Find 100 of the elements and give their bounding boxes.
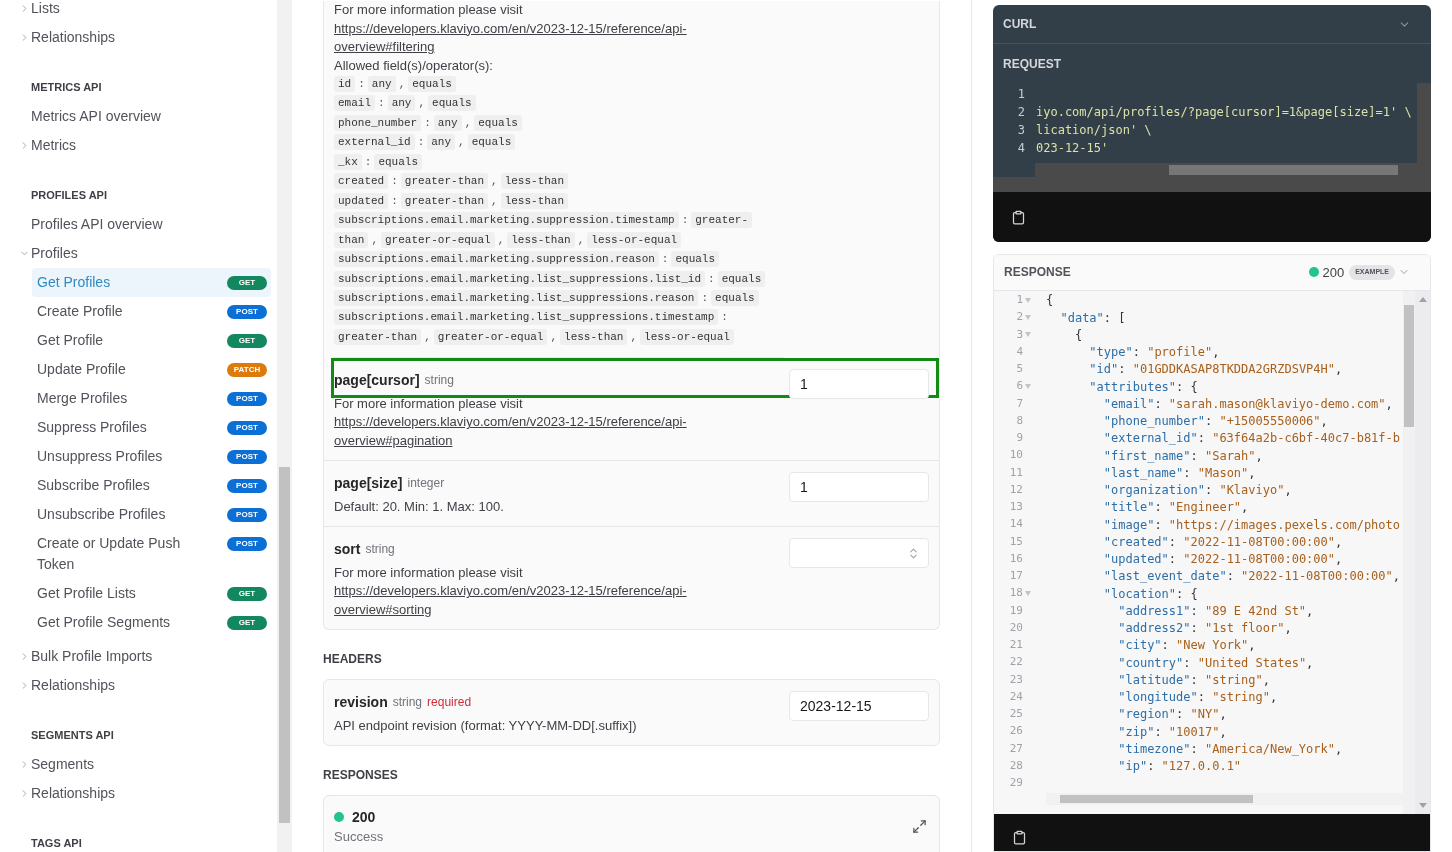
code-line: "organization": "Klaviyo", xyxy=(1102,482,1292,500)
scroll-down-icon[interactable] xyxy=(1418,802,1427,808)
expand-icon[interactable] xyxy=(912,819,927,835)
sidebar-item[interactable]: Unsuppress Profiles POST xyxy=(32,442,271,471)
description: For more information please visit xyxy=(334,395,524,414)
line-number: 11 xyxy=(1008,464,1023,481)
line-number: 10 xyxy=(1008,447,1023,464)
code-line: "title": "Engineer", xyxy=(1102,499,1249,517)
fold-icon[interactable] xyxy=(1025,332,1031,338)
fold-icon[interactable] xyxy=(1025,315,1031,321)
sidebar-group[interactable]: Metrics xyxy=(31,135,77,156)
description: For more information please visit xyxy=(334,564,524,583)
code-line: "phone_number": "+15005550006", xyxy=(1102,413,1328,431)
line-number: 14 xyxy=(1008,516,1023,533)
fold-icon[interactable] xyxy=(1025,591,1031,597)
sidebar-group[interactable]: Relationships xyxy=(31,783,116,804)
sidebar-group[interactable]: Bulk Profile Imports xyxy=(31,646,153,667)
scrollbar[interactable] xyxy=(277,0,292,852)
line-number: 19 xyxy=(1008,602,1023,619)
param-type: string xyxy=(365,541,395,559)
line-number: 2 xyxy=(1015,309,1023,326)
sidebar-group[interactable]: Relationships xyxy=(31,675,116,696)
code-line: "address1": "89 E 42nd St", xyxy=(1117,602,1314,620)
sidebar-group[interactable]: Profiles xyxy=(31,243,78,264)
code-line: "longitude": "string", xyxy=(1117,689,1278,707)
scrollbar[interactable] xyxy=(993,177,1431,193)
line-number: 8 xyxy=(1015,412,1023,429)
panel-title: RESPONSE xyxy=(1004,264,1071,282)
method-badge: GET xyxy=(227,615,267,630)
filter-rule: phone_number : any , equals xyxy=(334,113,784,134)
line-number: 27 xyxy=(1008,740,1023,757)
description: API endpoint revision (format: YYYY-MM-DD[.suffix]) xyxy=(334,717,637,736)
filter-rule: id : any , equals xyxy=(334,75,784,95)
line-number: 3 xyxy=(1015,326,1023,343)
line-number: 26 xyxy=(1008,723,1023,740)
line-number: 16 xyxy=(1008,550,1023,567)
sidebar-item[interactable]: Subscribe Profiles POST xyxy=(32,471,271,500)
sidebar-item[interactable]: Get Profiles GET xyxy=(32,268,271,297)
code-line: "external_id": "63f64a2b-c6bf-40c7-b81f-b xyxy=(1102,430,1400,448)
code-line: "location": { xyxy=(1102,585,1198,603)
sidebar-item[interactable]: Suppress Profiles POST xyxy=(32,413,271,442)
doc-link[interactable]: https://developers.klaviyo.com/en/v2023-12-15/reference/api-overview#pagination xyxy=(334,413,774,451)
line-number: 1 xyxy=(1016,86,1025,104)
method-badge: POST xyxy=(227,420,267,435)
input-field[interactable]: 1 xyxy=(789,369,929,400)
sidebar-link[interactable]: Metrics API overview xyxy=(31,106,161,127)
scroll-up-icon[interactable] xyxy=(1418,296,1427,302)
code-line: "data": [ xyxy=(1059,309,1126,327)
sidebar-item[interactable]: Get Profile GET xyxy=(32,326,271,355)
code-line: iyo.com/api/profiles/?page[cursor]=1&page[size]=1' \ xyxy=(1036,104,1412,122)
scrollbar[interactable] xyxy=(1046,792,1403,805)
method-badge: POST xyxy=(227,304,267,319)
sidebar-item[interactable]: Update Profile PATCH xyxy=(32,355,271,384)
doc-link[interactable]: https://developers.klaviyo.com/en/v2023-12-15/reference/api-overview#sorting xyxy=(334,582,774,620)
line-number: 3 xyxy=(1016,122,1025,140)
sidebar-item[interactable]: Unsubscribe Profiles POST xyxy=(32,500,271,529)
sidebar-item[interactable]: Get Profile Lists GET xyxy=(32,579,271,608)
line-number: 1 xyxy=(1015,292,1023,309)
status-code: 200 xyxy=(1322,263,1345,282)
sidebar-group[interactable]: Lists xyxy=(31,0,60,19)
input-field[interactable]: 1 xyxy=(789,472,929,503)
clipboard-icon[interactable] xyxy=(1011,209,1026,225)
line-number: 20 xyxy=(1008,619,1023,636)
method-badge: POST xyxy=(227,449,267,464)
sidebar-link[interactable]: Profiles API overview xyxy=(31,214,163,235)
filter-rule: updated : greater-than , less-than xyxy=(334,191,784,212)
sidebar-item[interactable]: Get Profile Segments GET xyxy=(32,608,271,637)
scrollbar[interactable] xyxy=(1415,290,1430,814)
panel-title: CURL xyxy=(1003,16,1037,34)
clipboard-icon[interactable] xyxy=(1012,829,1027,845)
code-line: { xyxy=(1073,326,1083,344)
filter-rule: external_id : any , equals xyxy=(334,133,784,153)
code-line: "ip": "127.0.0.1" xyxy=(1117,758,1242,776)
sidebar-item[interactable]: Create or Update Push Token POST xyxy=(32,529,271,579)
code-line: "created": "2022-11-08T00:00:00", xyxy=(1102,533,1343,551)
code-line: "last_event_date": "2022-11-08T00:00:00", xyxy=(1102,568,1401,586)
sidebar-item[interactable]: Merge Profiles POST xyxy=(32,384,271,413)
code-line: "last_name": "Mason", xyxy=(1102,464,1256,482)
section-heading: SEGMENTS API xyxy=(31,727,114,743)
code-line: "updated": "2022-11-08T00:00:00", xyxy=(1102,551,1343,569)
code-line: "latitude": "string", xyxy=(1117,671,1270,689)
select-field[interactable] xyxy=(789,538,929,569)
filter-rule: subscriptions.email.marketing.list_suppressions.timestamp : greater-than , greater-or-equal , less-than , less-or-equal xyxy=(334,308,784,348)
line-number: 13 xyxy=(1008,499,1023,516)
input-field[interactable]: 2023-12-15 xyxy=(789,691,929,722)
doc-link[interactable]: https://developers.klaviyo.com/en/v2023-12-15/reference/api-overview#filtering xyxy=(334,19,774,57)
method-badge: POST xyxy=(227,536,267,551)
code-line: "id": "01GDDKASAP8TKDDA2GRZDSVP4H", xyxy=(1088,361,1343,379)
scrollbar[interactable] xyxy=(1035,163,1417,178)
up-down-icon xyxy=(907,546,920,560)
scrollbar[interactable] xyxy=(1403,290,1415,814)
method-badge: GET xyxy=(227,586,267,601)
method-badge: GET xyxy=(227,275,267,290)
fold-icon[interactable] xyxy=(1025,297,1031,303)
sidebar-group[interactable]: Relationships xyxy=(31,27,116,48)
fold-icon[interactable] xyxy=(1025,384,1031,390)
sidebar-item[interactable]: Create Profile POST xyxy=(32,297,271,326)
scrollbar[interactable] xyxy=(1417,83,1431,178)
line-number: 5 xyxy=(1015,361,1023,378)
sidebar-group[interactable]: Segments xyxy=(31,754,95,775)
